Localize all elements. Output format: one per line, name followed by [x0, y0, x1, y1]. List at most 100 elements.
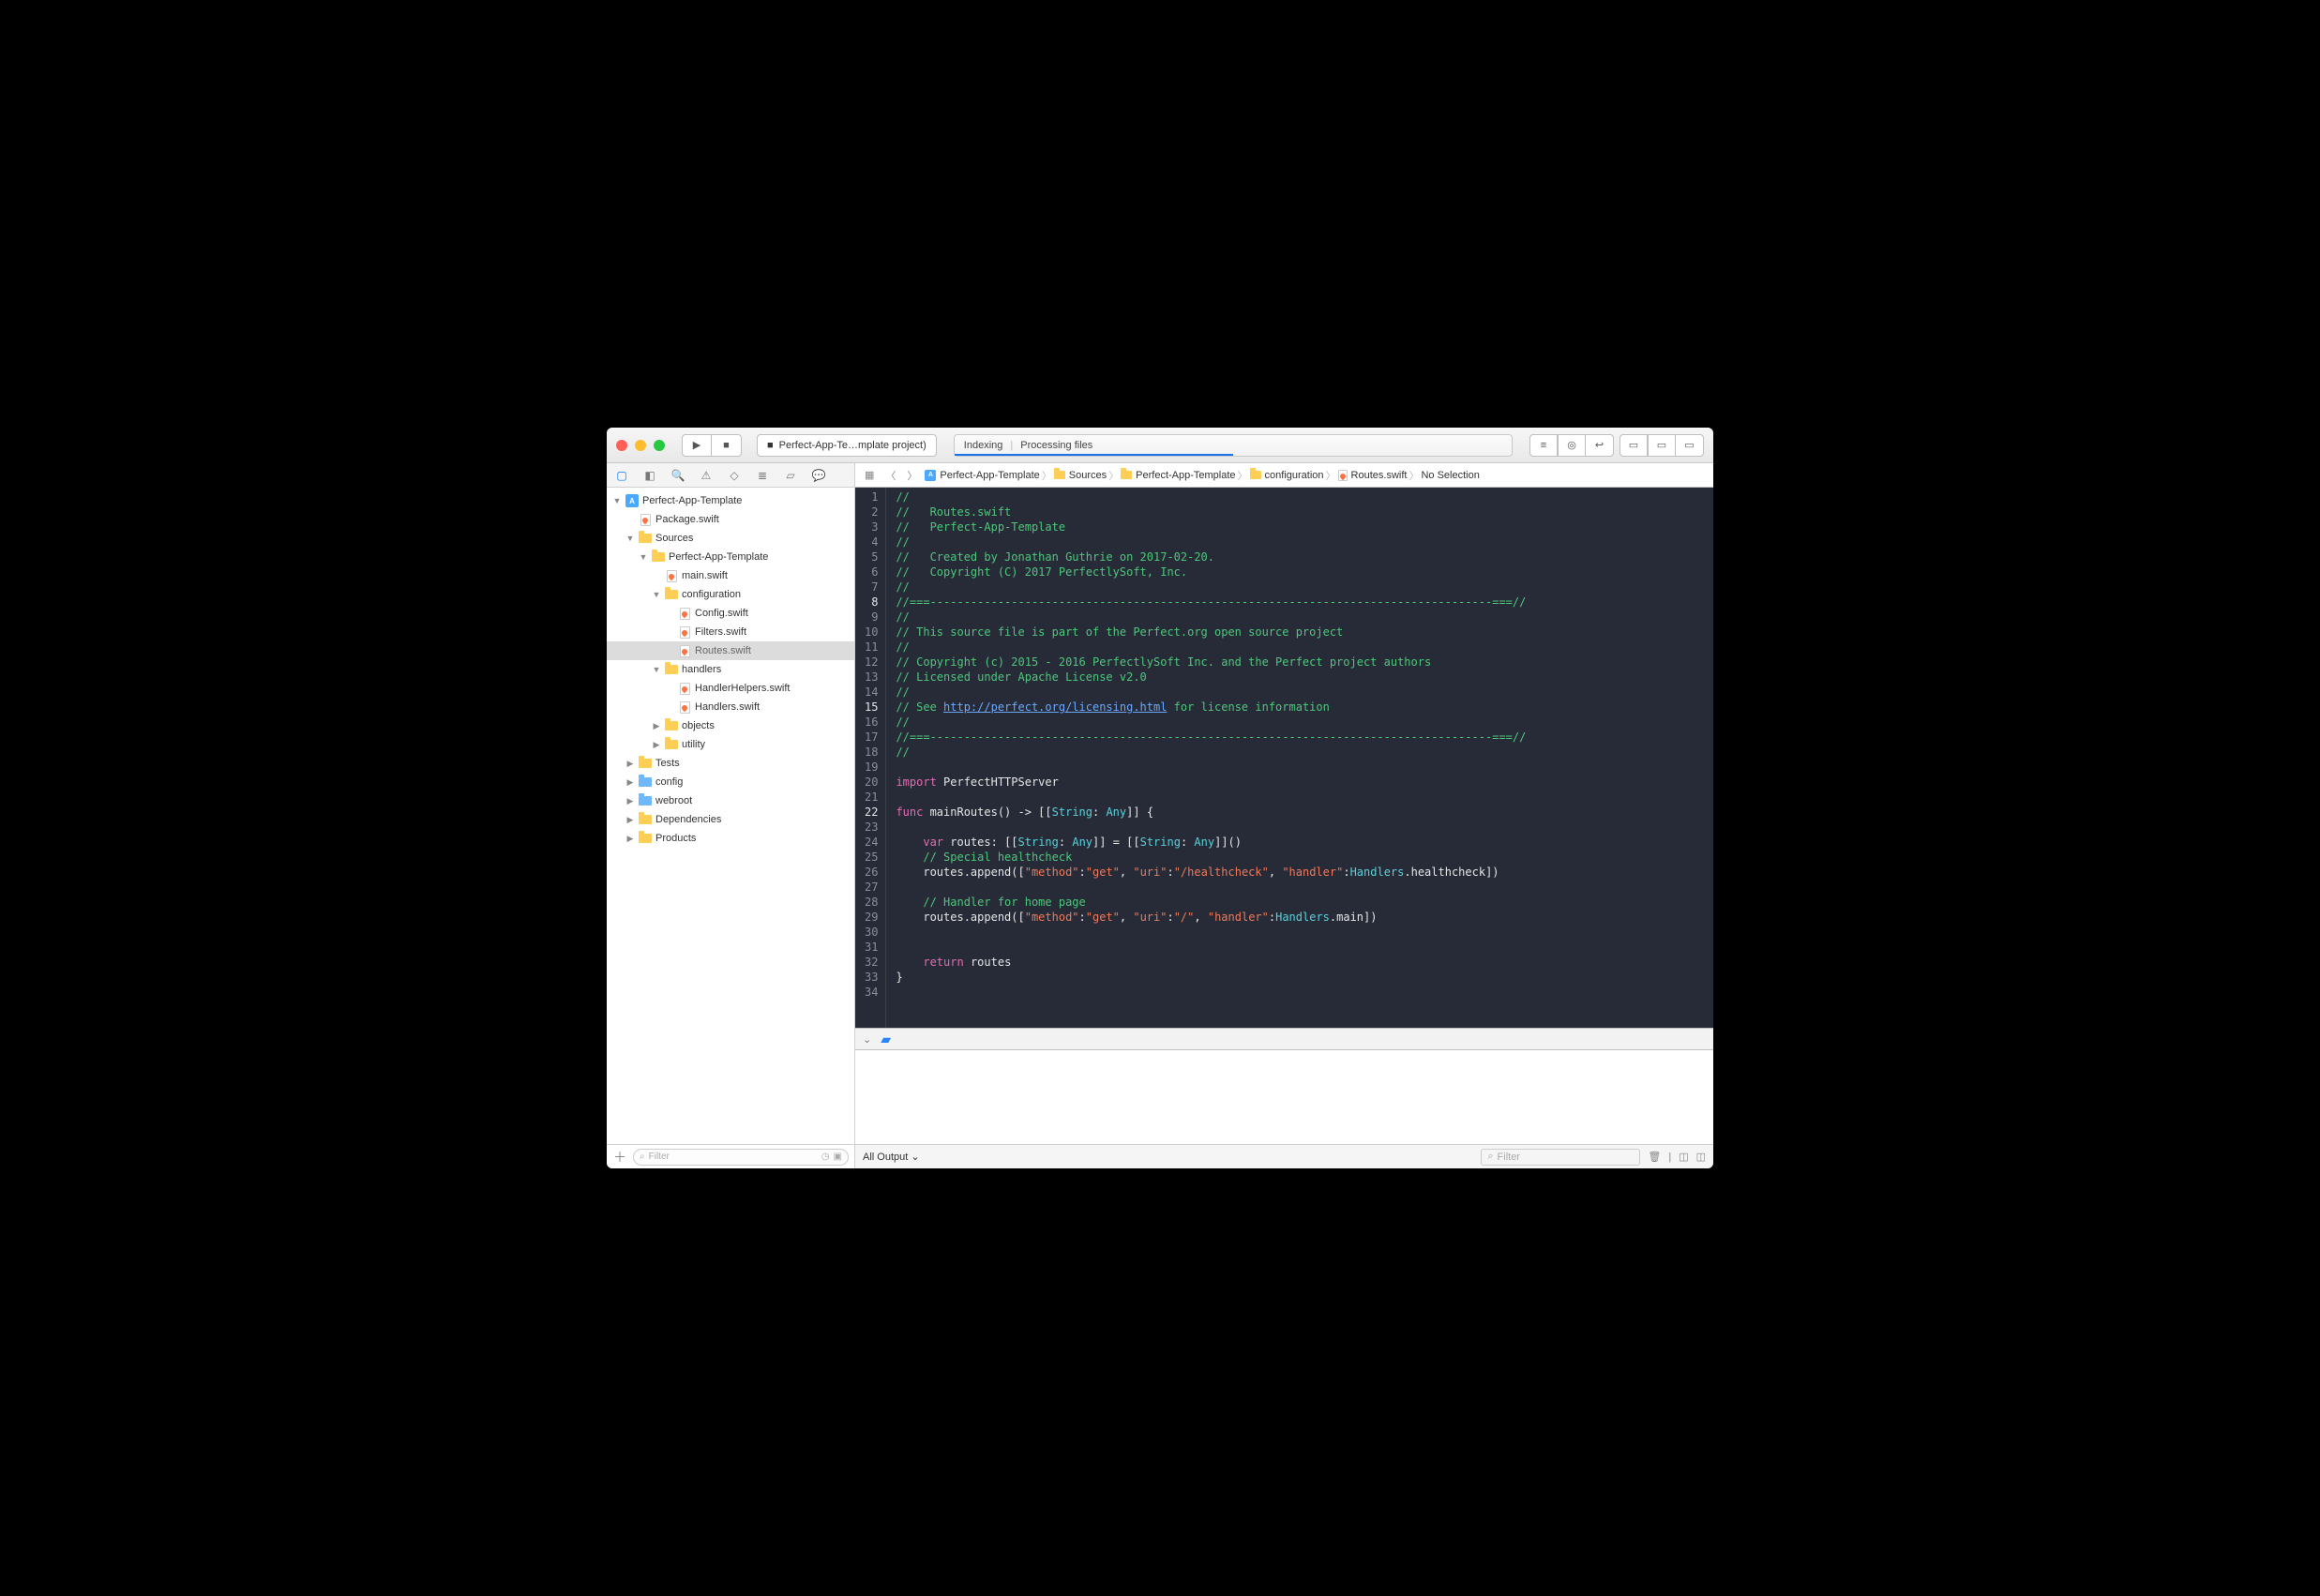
code-line[interactable]: //===-----------------------------------…	[896, 595, 1526, 610]
minimize-window-button[interactable]	[635, 440, 646, 451]
code-line[interactable]: //	[896, 580, 1526, 595]
jumpbar-crumb[interactable]: configuration	[1250, 470, 1324, 481]
code-line[interactable]: return routes	[896, 955, 1526, 970]
code-line[interactable]: // Licensed under Apache License v2.0	[896, 670, 1526, 685]
toggle-navigator-button[interactable]: ▭	[1619, 434, 1648, 457]
zoom-window-button[interactable]	[654, 440, 665, 451]
jumpbar-crumb[interactable]: Sources	[1054, 470, 1107, 481]
tree-item[interactable]: Handlers.swift	[607, 698, 854, 716]
project-navigator-tab[interactable]: ▢	[614, 469, 629, 482]
source-control-navigator-tab[interactable]: ◧	[642, 469, 657, 482]
forward-button[interactable]: 〉	[903, 468, 921, 483]
toggle-debug-area-button[interactable]: ▭	[1648, 434, 1676, 457]
add-button[interactable]: ＋	[612, 1148, 627, 1167]
tree-item[interactable]: ▼APerfect-App-Template	[607, 491, 854, 510]
close-window-button[interactable]	[616, 440, 627, 451]
disclosure-triangle[interactable]: ▶	[625, 796, 635, 806]
tree-item[interactable]: ▶Tests	[607, 754, 854, 773]
related-items-icon[interactable]: ▦	[861, 469, 878, 481]
code-line[interactable]: import PerfectHTTPServer	[896, 775, 1526, 790]
code-line[interactable]: }	[896, 970, 1526, 985]
code-line[interactable]: // Perfect-App-Template	[896, 519, 1526, 535]
jumpbar-crumb[interactable]: No Selection	[1421, 470, 1479, 481]
code-line[interactable]: // Routes.swift	[896, 504, 1526, 519]
project-tree[interactable]: ▼APerfect-App-TemplatePackage.swift▼Sour…	[607, 488, 854, 1144]
standard-editor-button[interactable]: ≡	[1529, 434, 1558, 457]
disclosure-triangle[interactable]: ▶	[625, 815, 635, 825]
code-line[interactable]	[896, 820, 1526, 835]
console-output-selector[interactable]: All Output ⌄	[863, 1151, 920, 1163]
code-line[interactable]: //	[896, 640, 1526, 655]
assistant-editor-button[interactable]: ◎	[1558, 434, 1586, 457]
disclosure-triangle[interactable]: ▼	[625, 534, 635, 543]
sidebar-filter-field[interactable]: ⌕ Filter ◷ ▣	[633, 1149, 849, 1166]
jumpbar-crumb[interactable]: APerfect-App-Template	[925, 470, 1039, 481]
code-line[interactable]	[896, 940, 1526, 955]
code-line[interactable]	[896, 925, 1526, 940]
tree-item[interactable]: main.swift	[607, 566, 854, 585]
tree-item[interactable]: Config.swift	[607, 604, 854, 623]
toggle-left-pane-icon[interactable]: ◫	[1679, 1151, 1688, 1163]
code-line[interactable]: func mainRoutes() -> [[String: Any]] {	[896, 805, 1526, 820]
code-line[interactable]	[896, 985, 1526, 1000]
scheme-selector[interactable]: ■ Perfect-App-Te…mplate project)	[757, 434, 937, 457]
code-line[interactable]: // Created by Jonathan Guthrie on 2017-0…	[896, 550, 1526, 565]
tree-item[interactable]: Package.swift	[607, 510, 854, 529]
code-line[interactable]: // Copyright (C) 2017 PerfectlySoft, Inc…	[896, 565, 1526, 580]
stop-button[interactable]: ■	[712, 434, 742, 457]
code-line[interactable]: //	[896, 745, 1526, 760]
disclosure-triangle[interactable]: ▶	[652, 721, 661, 731]
symbol-navigator-tab[interactable]: 🔍	[670, 469, 685, 482]
console-filter-field[interactable]: ⌕ Filter	[1481, 1149, 1640, 1166]
toggle-variables-icon[interactable]: ⌄	[863, 1033, 871, 1046]
code-line[interactable]: // This source file is part of the Perfe…	[896, 625, 1526, 640]
code-line[interactable]	[896, 760, 1526, 775]
tree-item[interactable]: ▼configuration	[607, 585, 854, 604]
tree-item[interactable]: ▶utility	[607, 735, 854, 754]
code-line[interactable]	[896, 880, 1526, 895]
disclosure-triangle[interactable]: ▼	[652, 590, 661, 599]
disclosure-triangle[interactable]: ▶	[652, 740, 661, 750]
code-line[interactable]: // Special healthcheck	[896, 850, 1526, 865]
back-button[interactable]: 〈	[881, 468, 899, 483]
code-line[interactable]	[896, 790, 1526, 805]
code-line[interactable]: //	[896, 715, 1526, 730]
disclosure-triangle[interactable]: ▼	[652, 665, 661, 674]
code-line[interactable]: routes.append(["method":"get", "uri":"/h…	[896, 865, 1526, 880]
tree-item[interactable]: ▼Sources	[607, 529, 854, 548]
toggle-inspector-button[interactable]: ▭	[1676, 434, 1704, 457]
disclosure-triangle[interactable]: ▶	[625, 834, 635, 844]
jumpbar-crumb[interactable]: Perfect-App-Template	[1121, 470, 1235, 481]
breakpoint-navigator-tab[interactable]: ▱	[783, 469, 798, 482]
tree-item[interactable]: ▶objects	[607, 716, 854, 735]
report-navigator-tab[interactable]: 💬	[811, 469, 826, 482]
version-editor-button[interactable]: ↩	[1586, 434, 1614, 457]
tree-item[interactable]: ▼handlers	[607, 660, 854, 679]
tree-item[interactable]: Routes.swift	[607, 641, 854, 660]
tree-item[interactable]: ▶config	[607, 773, 854, 791]
code-line[interactable]: // See http://perfect.org/licensing.html…	[896, 700, 1526, 715]
code-line[interactable]: //	[896, 535, 1526, 550]
tree-item[interactable]: Filters.swift	[607, 623, 854, 641]
code-line[interactable]: //	[896, 489, 1526, 504]
code-line[interactable]: //===-----------------------------------…	[896, 730, 1526, 745]
disclosure-triangle[interactable]: ▼	[612, 496, 622, 505]
code-line[interactable]: routes.append(["method":"get", "uri":"/"…	[896, 910, 1526, 925]
test-navigator-tab[interactable]: ◇	[727, 469, 742, 482]
tree-item[interactable]: ▶Dependencies	[607, 810, 854, 829]
breakpoint-toggle-icon[interactable]: ▰	[881, 1031, 891, 1047]
issue-navigator-tab[interactable]: ⚠	[699, 469, 714, 482]
code-content[interactable]: //// Routes.swift// Perfect-App-Template…	[886, 488, 1535, 1028]
tree-item[interactable]: HandlerHelpers.swift	[607, 679, 854, 698]
code-line[interactable]: // Handler for home page	[896, 895, 1526, 910]
disclosure-triangle[interactable]: ▶	[625, 759, 635, 769]
code-line[interactable]: //	[896, 685, 1526, 700]
run-button[interactable]: ▶	[682, 434, 712, 457]
console-output[interactable]	[855, 1050, 1713, 1144]
code-line[interactable]: //	[896, 610, 1526, 625]
code-editor[interactable]: 1234567891011121314151617181920212223242…	[855, 488, 1713, 1028]
tree-item[interactable]: ▼Perfect-App-Template	[607, 548, 854, 566]
code-line[interactable]: var routes: [[String: Any]] = [[String: …	[896, 835, 1526, 850]
tree-item[interactable]: ▶webroot	[607, 791, 854, 810]
disclosure-triangle[interactable]: ▼	[639, 552, 648, 562]
